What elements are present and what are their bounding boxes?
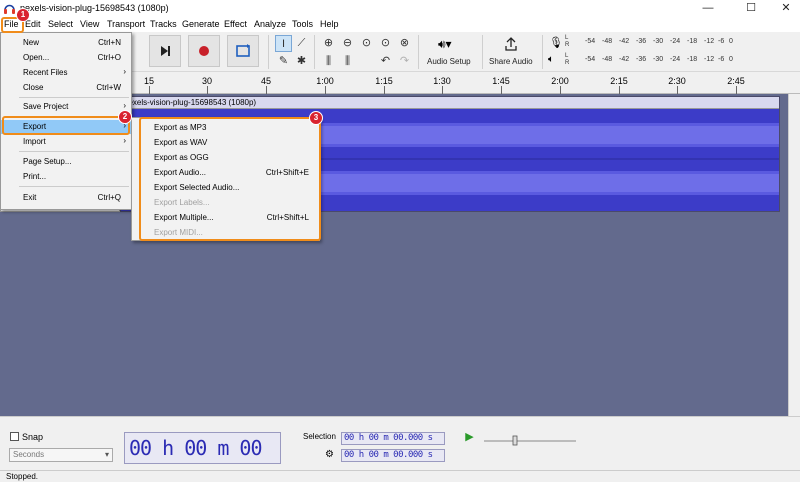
step-badge-1: 1 [16, 8, 30, 22]
zoom-toggle-icon[interactable]: ⊗ [396, 35, 413, 52]
menu-effect[interactable]: Effect [224, 19, 247, 29]
vertical-scrollbar[interactable] [788, 94, 800, 416]
ruler-tick: 1:00 [316, 76, 334, 86]
menu-view[interactable]: View [80, 19, 99, 29]
record-icon [199, 46, 209, 56]
toolbar-separator [268, 35, 269, 69]
status-text: Stopped. [6, 472, 39, 481]
skip-to-end-button[interactable] [149, 35, 181, 67]
trim-audio-icon[interactable]: ⫼ [320, 53, 337, 70]
zoom-out-icon[interactable]: ⊖ [339, 35, 356, 52]
microphone-icon: 🎙︎ [549, 37, 563, 49]
menu-help[interactable]: Help [320, 19, 339, 29]
redo-icon[interactable]: ↷ [396, 53, 413, 70]
submenu-arrow-icon: › [123, 136, 126, 145]
submenu-arrow-icon: › [123, 67, 126, 76]
menu-separator [19, 151, 129, 152]
snap-unit-select[interactable]: Seconds ▾ [9, 448, 113, 462]
silence-audio-icon[interactable]: ⫼ [339, 53, 356, 70]
chevron-down-icon: ▾ [104, 450, 109, 459]
menu-item-page-setup[interactable]: Page Setup... [1, 155, 131, 169]
title-bar: pexels-vision-plug-15698543 (1080p) — ☐ … [0, 0, 800, 17]
ruler-tick: 1:45 [492, 76, 510, 86]
selection-tool-icon[interactable]: I [275, 35, 292, 52]
selection-label: Selection [303, 432, 336, 441]
toolbar-separator [314, 35, 315, 69]
play-at-speed-icon[interactable]: ▶ [462, 431, 477, 444]
ruler-tick: 1:15 [375, 76, 393, 86]
toolbar-separator [482, 35, 483, 69]
submenu-arrow-icon: › [123, 101, 126, 110]
speaker-playback-icon: 🔈︎ [548, 54, 554, 65]
menu-tracks[interactable]: Tracks [150, 19, 177, 29]
menu-item-print[interactable]: Print... [1, 170, 131, 184]
menu-tools[interactable]: Tools [292, 19, 313, 29]
playback-speed-slider[interactable] [482, 433, 578, 447]
share-audio-button[interactable]: Share Audio [487, 35, 537, 69]
ruler-tick: 30 [201, 76, 213, 86]
loop-button[interactable] [227, 35, 259, 67]
toolbar-separator [542, 35, 543, 69]
ruler-tick: 45 [260, 76, 272, 86]
menu-separator [19, 97, 129, 98]
snap-checkbox[interactable] [10, 432, 19, 441]
close-window-button[interactable]: ✕ [766, 0, 800, 17]
undo-icon[interactable]: ↶ [377, 53, 394, 70]
menu-separator [19, 186, 129, 187]
menu-item-recent-files[interactable]: Recent Files › [1, 66, 131, 80]
toolbar-separator [418, 35, 419, 69]
minimize-button[interactable]: — [688, 0, 728, 17]
track-name: pexels-vision-plug-15698543 (1080p) [124, 98, 257, 107]
menu-bar: File Edit Select View Transport Tracks G… [0, 17, 800, 32]
menu-item-open[interactable]: Open... Ctrl+O [1, 51, 131, 65]
menu-item-save-project[interactable]: Save Project › [1, 100, 131, 114]
maximize-button[interactable]: ☐ [731, 0, 771, 17]
status-bar: Stopped. [0, 470, 800, 482]
selection-end-field[interactable]: 00 h 00 m 00.000 s [341, 449, 445, 462]
track-name-bar[interactable]: pexels-vision-plug-15698543 (1080p) [121, 97, 779, 109]
menu-transport[interactable]: Transport [107, 19, 145, 29]
menu-item-close[interactable]: Close Ctrl+W [1, 81, 131, 95]
share-upload-icon [505, 37, 517, 51]
skip-end-icon [161, 46, 170, 56]
menu-select[interactable]: Select [48, 19, 73, 29]
zoom-in-icon[interactable]: ⊕ [320, 35, 337, 52]
window-title: pexels-vision-plug-15698543 (1080p) [20, 3, 169, 13]
menu-generate[interactable]: Generate [182, 19, 220, 29]
record-button[interactable] [188, 35, 220, 67]
selection-settings-icon[interactable]: ⚙ [325, 449, 334, 460]
selection-start-field[interactable]: 00 h 00 m 00.000 s [341, 432, 445, 445]
recording-meter[interactable]: L R -54 -48 -42 -36 -30 -24 -18 -12 -6 0 [565, 35, 735, 51]
envelope-tool-icon[interactable]: ⟋ [293, 35, 310, 52]
highlight-export-item [2, 116, 130, 135]
audio-setup-button[interactable]: 🔊︎▾ Audio Setup [424, 35, 478, 69]
ruler-tick: 15 [143, 76, 155, 86]
highlight-export-submenu [139, 117, 321, 241]
step-badge-3: 3 [309, 111, 323, 125]
snap-label: Snap [22, 432, 44, 442]
time-display[interactable]: 00 h 00 m 00 s [124, 432, 281, 482]
menu-item-import[interactable]: Import › [1, 135, 131, 149]
loop-icon [236, 44, 250, 57]
menu-item-new[interactable]: New Ctrl+N [1, 36, 131, 50]
ruler-tick: 2:45 [727, 76, 745, 86]
menu-analyze[interactable]: Analyze [254, 19, 286, 29]
ruler-tick: 1:30 [433, 76, 451, 86]
fit-project-icon[interactable]: ⊙ [377, 35, 394, 52]
ruler-tick: 2:00 [551, 76, 569, 86]
audacity-headphones-icon [4, 4, 15, 14]
step-badge-2: 2 [118, 110, 132, 124]
bottom-toolbar: Snap Seconds ▾ 00 h 00 m 00 s Selection … [0, 428, 800, 482]
horizontal-scrollbar[interactable] [0, 416, 800, 428]
speaker-icon: 🔊︎▾ [438, 37, 452, 51]
menu-item-exit[interactable]: Exit Ctrl+Q [1, 191, 131, 205]
ruler-tick: 2:30 [668, 76, 686, 86]
ruler-tick: 2:15 [610, 76, 628, 86]
multi-tool-icon[interactable]: ✱ [293, 53, 310, 70]
draw-tool-icon[interactable]: ✎ [275, 53, 292, 70]
fit-selection-icon[interactable]: ⊙ [358, 35, 375, 52]
playback-meter[interactable]: L R -54 -48 -42 -36 -30 -24 -18 -12 -6 0 [565, 53, 735, 69]
